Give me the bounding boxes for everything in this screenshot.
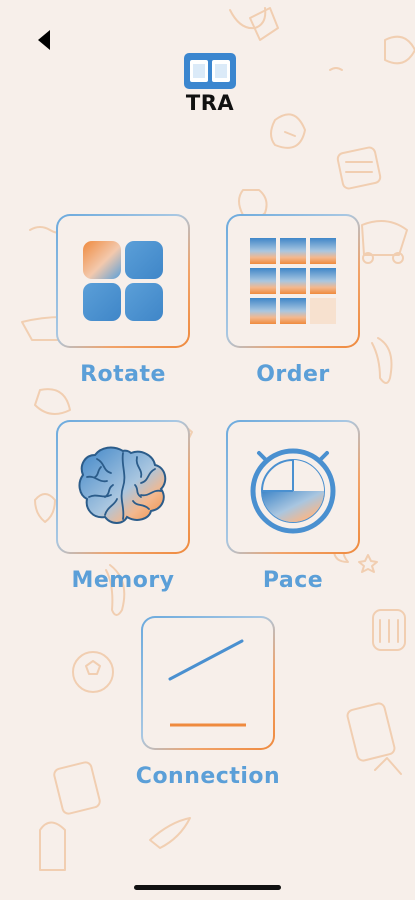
order-grid-icon	[250, 238, 336, 324]
connection-label[interactable]: Connection	[108, 764, 308, 789]
pace-game-button[interactable]	[226, 420, 360, 554]
back-arrow-icon	[38, 30, 50, 50]
order-label[interactable]: Order	[226, 362, 360, 387]
rotate-game-button[interactable]	[56, 214, 190, 348]
memory-game-button[interactable]	[56, 420, 190, 554]
stopwatch-icon	[250, 448, 336, 534]
connection-lines-icon	[168, 639, 248, 727]
order-game-button[interactable]	[226, 214, 360, 348]
back-button[interactable]	[26, 22, 62, 58]
connection-game-button[interactable]	[141, 616, 275, 750]
home-indicator[interactable]	[134, 885, 281, 890]
logo-text: TRA	[185, 91, 235, 115]
brain-icon	[78, 446, 167, 524]
app-logo: TRA	[180, 52, 240, 115]
rotate-squares-icon	[83, 241, 163, 321]
memory-label[interactable]: Memory	[56, 568, 190, 593]
pace-label[interactable]: Pace	[226, 568, 360, 593]
rotate-label[interactable]: Rotate	[56, 362, 190, 387]
book-icon	[184, 53, 236, 89]
